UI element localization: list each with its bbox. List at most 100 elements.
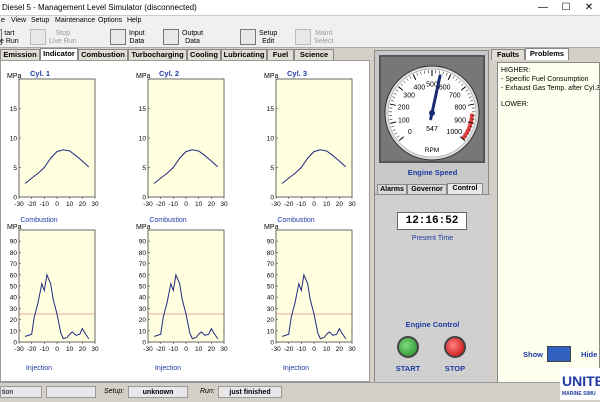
data-point <box>291 317 292 318</box>
y-tick-label: 80 <box>10 250 18 257</box>
data-point <box>314 314 315 315</box>
menu-bar: e View Setup Maintenance Options Help <box>0 16 600 27</box>
engine-column: 01002003004005006007008009001000547RPM E… <box>374 50 489 382</box>
x-tick-label: -30 <box>143 201 153 208</box>
menu-options[interactable]: Options <box>98 17 122 24</box>
x-tick-label: 20 <box>79 201 87 208</box>
data-point <box>176 275 177 276</box>
problems-list: HIGHER: - Specific Fuel Consumption - Ex… <box>497 62 600 389</box>
data-point <box>329 332 330 333</box>
tab-science[interactable]: Science <box>294 49 334 60</box>
data-point <box>88 167 89 168</box>
x-tick-label: -10 <box>297 201 307 208</box>
menu-setup[interactable]: Setup <box>31 17 49 24</box>
menu-view[interactable]: View <box>11 17 26 24</box>
tab-cooling[interactable]: Cooling <box>187 49 221 60</box>
y-tick-label: 70 <box>10 261 18 268</box>
y-tick-label: 15 <box>10 106 18 113</box>
gauge-tick-label: 700 <box>449 93 461 100</box>
data-point <box>167 173 168 174</box>
main-tabs: Emission Indicator Combustion Turbocharg… <box>0 48 370 60</box>
tab-lubricating[interactable]: Lubricating <box>221 49 267 60</box>
y-tick-label: 10 <box>139 136 147 143</box>
lower-heading: LOWER: <box>501 100 596 109</box>
cyl1-combustion-label: Combustion <box>0 217 79 224</box>
stop-run-icon <box>30 29 46 45</box>
data-point <box>47 275 48 276</box>
tab-alarms[interactable]: Alarms <box>377 184 407 194</box>
tab-governor[interactable]: Governor <box>407 184 447 194</box>
toolbar: tart e Run Stop Live Run Input Data Outp… <box>0 27 600 48</box>
y-tick-label: 5 <box>142 165 146 172</box>
faults-column: Faults Problems HIGHER: - Specific Fuel … <box>491 48 600 382</box>
data-point <box>295 303 296 304</box>
tab-emission[interactable]: Emission <box>0 49 40 60</box>
data-point <box>82 328 83 329</box>
x-tick-label: 30 <box>220 201 228 208</box>
tab-fuel[interactable]: Fuel <box>267 49 294 60</box>
y-tick-label: 70 <box>267 261 275 268</box>
x-tick-label: 0 <box>184 346 188 353</box>
x-tick-label: 20 <box>208 201 216 208</box>
y-tick-label: 70 <box>139 261 147 268</box>
x-tick-label: 10 <box>66 201 74 208</box>
tab-turbocharging[interactable]: Turbocharging <box>128 49 187 60</box>
y-tick-label: 50 <box>267 284 275 291</box>
setup-edit-button[interactable]: Setup Edit <box>240 28 285 47</box>
data-point <box>88 338 89 339</box>
tab-problems[interactable]: Problems <box>525 48 569 60</box>
gauge-tick-label: 1000 <box>446 129 462 136</box>
input-data-button[interactable]: Input Data <box>110 28 155 47</box>
stop-button[interactable] <box>444 336 466 358</box>
maint-select-button[interactable]: Maint Select <box>295 28 340 47</box>
minimize-button[interactable]: — <box>532 0 554 16</box>
maint-select-icon <box>295 29 311 45</box>
y-tick-label: 50 <box>139 284 147 291</box>
menu-help[interactable]: Help <box>127 17 141 24</box>
data-point <box>345 338 346 339</box>
data-point <box>57 314 58 315</box>
data-point <box>288 178 289 179</box>
data-point <box>44 290 45 291</box>
clock-display: 12:16:52 <box>397 212 467 230</box>
gauge-tick-label: 600 <box>439 84 451 91</box>
y-tick-label: 90 <box>10 239 18 246</box>
stop-live-run-button[interactable]: Stop Live Run <box>30 28 75 47</box>
tab-combustion[interactable]: Combustion <box>78 49 128 60</box>
x-tick-label: 20 <box>79 346 87 353</box>
data-point <box>63 150 64 151</box>
problem-item: - Specific Fuel Consumption <box>501 75 596 84</box>
data-point <box>214 333 215 334</box>
menu-file[interactable]: e <box>1 17 5 24</box>
tab-control[interactable]: Control <box>447 183 483 194</box>
y-tick-label: 60 <box>267 272 275 279</box>
status-mode: tion <box>0 386 42 398</box>
data-point <box>173 167 174 168</box>
close-button[interactable]: ✕ <box>578 0 600 16</box>
gauge-tick-label: 400 <box>413 84 425 91</box>
data-point <box>198 151 199 152</box>
x-tick-label: 10 <box>195 346 203 353</box>
data-point <box>333 335 334 336</box>
x-tick-label: -30 <box>271 201 281 208</box>
maximize-button[interactable]: ☐ <box>555 0 577 16</box>
output-data-button[interactable]: Output Data <box>163 28 208 47</box>
show-hide-toggle[interactable] <box>547 346 571 362</box>
data-point <box>31 178 32 179</box>
logo-mark: UNITE MARINE SIMU <box>560 368 600 400</box>
tab-faults[interactable]: Faults <box>491 49 525 60</box>
data-point <box>44 167 45 168</box>
x-tick-label: -30 <box>143 346 153 353</box>
start-button[interactable] <box>397 336 419 358</box>
logo-line2: MARINE SIMU <box>562 391 596 397</box>
y-tick-label: 10 <box>10 328 18 335</box>
y-tick-label: 40 <box>10 295 18 302</box>
data-point <box>310 299 311 300</box>
tab-indicator[interactable]: Indicator <box>40 48 78 60</box>
data-point <box>217 338 218 339</box>
x-tick-label: 30 <box>348 346 356 353</box>
data-point <box>31 334 32 335</box>
data-point <box>61 333 62 334</box>
menu-maintenance[interactable]: Maintenance <box>55 17 95 24</box>
data-point <box>25 183 26 184</box>
